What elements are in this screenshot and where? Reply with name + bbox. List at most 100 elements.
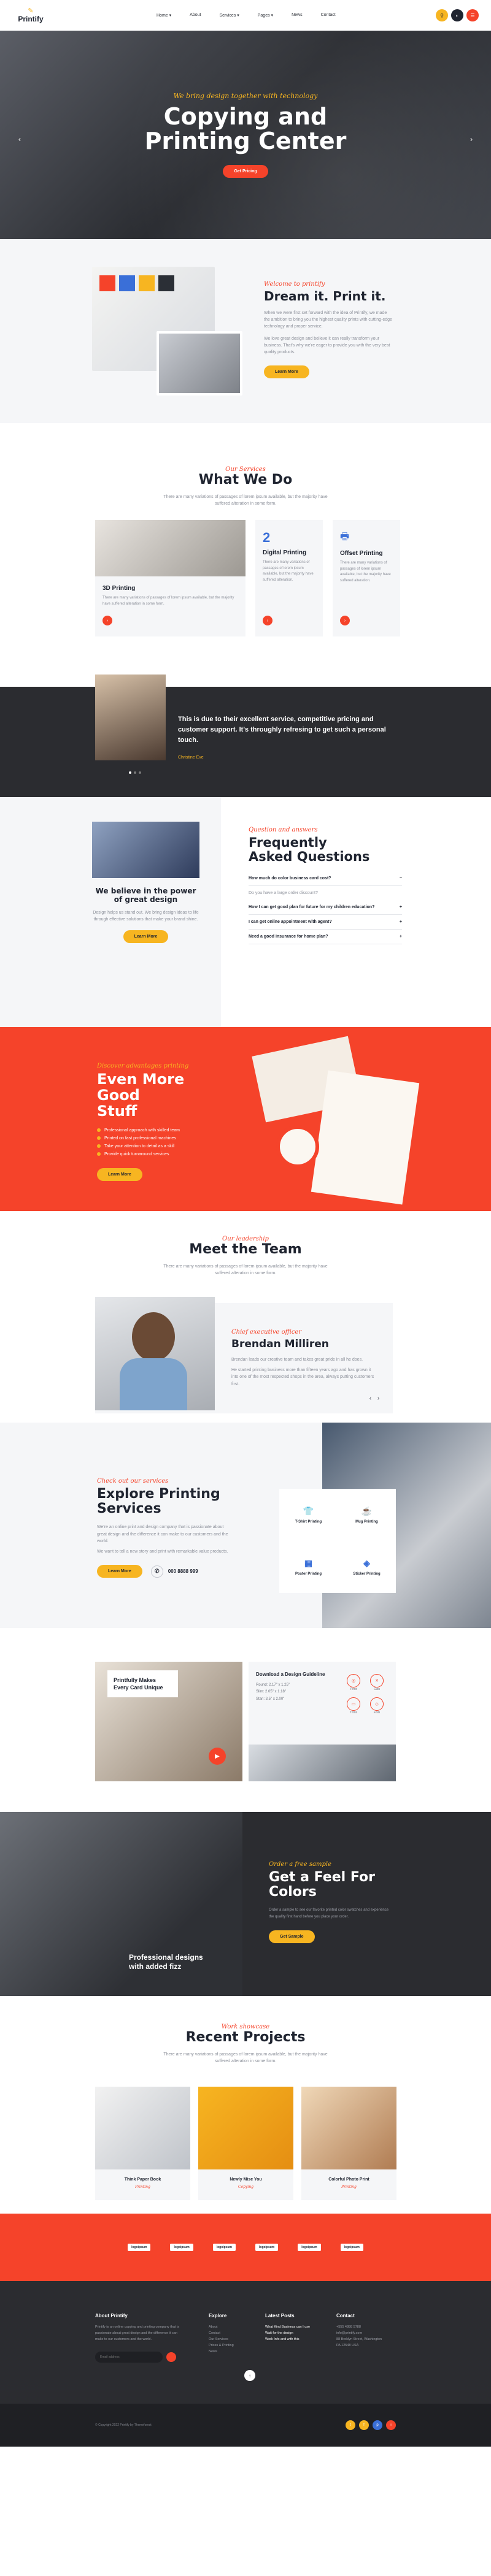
design-card-button[interactable]: Learn More <box>123 930 169 944</box>
cut-icon: ✕ <box>370 1674 384 1687</box>
footer-link[interactable]: News <box>209 2349 234 2355</box>
feel-desc: Order a sample to see our favorite print… <box>269 1908 389 1919</box>
nav-news[interactable]: News <box>292 13 303 18</box>
project-category: Printing <box>341 2185 357 2189</box>
faq-section: We believe in the power of great design … <box>0 797 491 1027</box>
service-tshirt[interactable]: 👕 T-Shirt Printing <box>279 1489 338 1541</box>
pinterest-icon[interactable]: p <box>373 2420 382 2430</box>
team-meeting-image: Printfully Makes Every Card Unique ▶ <box>95 1662 242 1781</box>
projects-subtitle: There are many variations of passages of… <box>163 2052 328 2064</box>
contact-address-2: PA 12548 USA <box>336 2343 359 2347</box>
trim-icon: ▭ <box>347 1697 360 1711</box>
hero-prev-icon[interactable]: ‹ <box>18 135 21 143</box>
projects-title: Recent Projects <box>185 2030 306 2045</box>
service-card-digital[interactable]: 2 Digital Printing There are many variat… <box>255 520 323 636</box>
design-card-title: We believe in the power of great design <box>95 887 196 904</box>
dream-text: Welcome to printify Dream it. Print it. … <box>264 281 393 379</box>
testimonial-dots[interactable] <box>129 771 141 774</box>
swatch-yellow <box>139 275 155 291</box>
subscribe-button[interactable] <box>166 2352 176 2362</box>
footer-link[interactable]: Contact <box>209 2331 234 2337</box>
explore-title: Explore Printing Services <box>97 1486 220 1517</box>
newsletter-form <box>95 2351 181 2363</box>
service-card-offset[interactable]: 🖶 Offset Printing There are many variati… <box>333 520 400 636</box>
feel-colors-section: Professional designs with added fizz Orde… <box>0 1812 491 1996</box>
even-more-section: Discover advantages printing Even More G… <box>0 1027 491 1211</box>
logo[interactable]: ✎ Printify <box>12 7 49 23</box>
service-card-title: Digital Printing <box>263 549 307 556</box>
account-icon[interactable]: ◐ <box>451 9 463 21</box>
footer-contact-title: Contact <box>336 2313 355 2318</box>
faq-script: Question and answers <box>249 827 318 833</box>
nav-services[interactable]: Services ▾ <box>219 13 239 18</box>
design-card: We believe in the power of great design … <box>92 822 199 944</box>
magazine-image <box>0 1812 242 1996</box>
project-card[interactable]: Think Paper Book Printing <box>95 2087 190 2200</box>
nav-home[interactable]: Home ▾ <box>157 13 171 18</box>
nav-pages[interactable]: Pages ▾ <box>258 13 273 18</box>
footer-link[interactable]: Our Services <box>209 2337 234 2343</box>
nav-contact[interactable]: Contact <box>321 13 336 18</box>
project-image <box>198 2087 293 2169</box>
footer-link[interactable]: About <box>209 2325 234 2331</box>
stationery-letter-image <box>311 1070 420 1205</box>
plus-icon: + <box>399 934 402 939</box>
arrow-right-icon[interactable]: › <box>263 616 273 625</box>
contact-phone[interactable]: +555 4888 5788 <box>336 2325 398 2331</box>
hero-title-line2: Printing Center <box>144 128 347 155</box>
footer-link[interactable]: Prices & Printing <box>209 2343 234 2349</box>
explore-learn-more-button[interactable]: Learn More <box>97 1565 142 1578</box>
explore-section: Check out our services Explore Printing S… <box>0 1423 491 1628</box>
twitter-icon[interactable]: t <box>346 2420 355 2430</box>
footer-posts: Latest Posts What Kind Business can I us… <box>265 2313 320 2343</box>
play-icon[interactable]: ▶ <box>209 1748 226 1765</box>
nav-about[interactable]: About <box>190 13 201 18</box>
faq-item[interactable]: I can get online appointment with agent?… <box>249 915 402 930</box>
arrow-right-icon[interactable]: › <box>102 616 112 625</box>
testimonial-quote: This is due to their excellent service, … <box>178 716 386 744</box>
email-field[interactable] <box>95 2351 163 2363</box>
project-title: Newly Mise You <box>230 2177 262 2182</box>
main-nav: Home ▾ About Services ▾ Pages ▾ News Con… <box>157 13 336 18</box>
team-next-icon[interactable]: › <box>377 1395 379 1401</box>
service-sticker[interactable]: ◈ Sticker Printing <box>338 1541 396 1593</box>
copyright: © Copyright 2022 Printify by Themeforest <box>95 2423 152 2427</box>
project-card[interactable]: Newly Mise You Copying <box>198 2087 293 2200</box>
footer-post[interactable]: Wait for the design <box>265 2331 320 2337</box>
partner-logo: logoipsum <box>170 2244 193 2251</box>
dream-title: Dream it. Print it. <box>264 289 386 304</box>
even-more-button[interactable]: Learn More <box>97 1168 142 1181</box>
service-card-3d[interactable]: 3D Printing There are many variations of… <box>95 520 246 636</box>
menu-icon[interactable]: ☰ <box>466 9 479 21</box>
faq-item[interactable]: How I can get good plan for future for m… <box>249 900 402 915</box>
service-mug[interactable]: ☕ Mug Printing <box>338 1489 396 1541</box>
footer-post[interactable]: What Kind Business can I use <box>265 2325 320 2331</box>
project-card[interactable]: Colorful Photo Print Printing <box>301 2087 396 2200</box>
hero-next-icon[interactable]: › <box>470 135 473 143</box>
team-subtitle: There are many variations of passages of… <box>163 1264 328 1276</box>
service-poster[interactable]: ▦ Poster Printing <box>279 1541 338 1593</box>
footer-posts-title: Latest Posts <box>265 2313 295 2318</box>
search-icon[interactable]: ⚲ <box>436 9 448 21</box>
faq-answer: Do you have a large order discount? <box>249 891 318 896</box>
faq-item[interactable]: Need a good insurance for home plan? + <box>249 930 402 945</box>
scroll-top-icon[interactable]: ↑ <box>244 2370 255 2381</box>
instagram-icon[interactable]: i <box>386 2420 396 2430</box>
feel-script: Order a free sample <box>269 1861 331 1868</box>
footer-post[interactable]: Work Info and with this <box>265 2337 320 2343</box>
get-sample-button[interactable]: Get Sample <box>269 1930 315 1943</box>
hero-title-line1: Copying and <box>163 103 328 131</box>
facebook-icon[interactable]: f <box>359 2420 369 2430</box>
print-samples-image <box>249 1745 396 1781</box>
minus-icon: − <box>399 876 402 881</box>
team-prev-icon[interactable]: ‹ <box>369 1395 371 1401</box>
footer-bottom: © Copyright 2022 Printify by Themeforest… <box>0 2404 491 2447</box>
faq-item-open[interactable]: How much do color business card cost? − <box>249 871 402 887</box>
arrow-right-icon[interactable]: › <box>340 616 350 625</box>
phone-number[interactable]: ✆ 000 8888 999 <box>150 1565 198 1578</box>
projects-section: Work showcase Recent Projects There are … <box>0 1996 491 2214</box>
dream-learn-more-button[interactable]: Learn More <box>264 365 309 379</box>
project-category: Copying <box>238 2185 254 2189</box>
contact-email[interactable]: info@printify.com <box>336 2331 398 2337</box>
get-pricing-button[interactable]: Get Pricing <box>223 164 268 178</box>
